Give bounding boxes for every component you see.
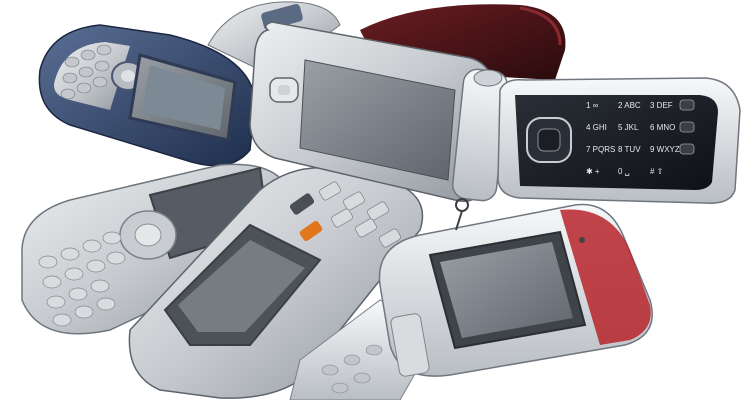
key-label: 5 JKL	[618, 123, 639, 132]
key-label: # ⇧	[650, 167, 663, 176]
key-label: 9 WXYZ	[650, 145, 680, 154]
key-label: 7 PQRS	[586, 145, 615, 154]
key-label: 0 ␣	[618, 167, 630, 176]
key-label: 6 MNO	[650, 123, 675, 132]
key-label: 1 ∞	[586, 101, 599, 110]
key-label: 3 DEF	[650, 101, 673, 110]
key-label: 8 TUV	[618, 145, 641, 154]
key-label: 2 ABC	[618, 101, 641, 110]
key-label: ✱ +	[586, 167, 600, 176]
phone-pile-illustration: 1 ∞ 2 ABC 3 DEF 4 GHI 5 JKL 6 MNO 7 PQRS…	[21, 1, 741, 400]
soft-keys	[679, 99, 695, 155]
phone-pile-photo: 1 ∞ 2 ABC 3 DEF 4 GHI 5 JKL 6 MNO 7 PQRS…	[0, 0, 754, 400]
key-label: 4 GHI	[586, 123, 607, 132]
